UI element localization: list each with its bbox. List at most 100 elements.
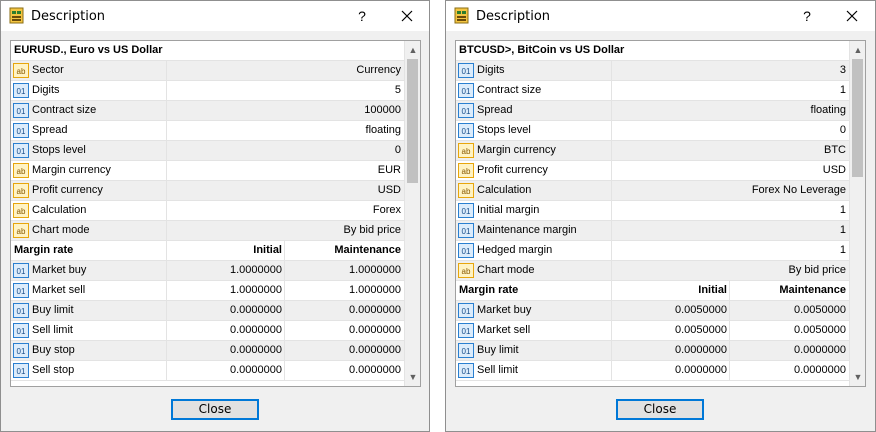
maintenance-rate-value: 0.0000000 — [349, 324, 401, 336]
column-divider — [611, 141, 612, 160]
property-row[interactable]: 01 Hedged margin 1 — [456, 241, 850, 261]
property-label: Hedged margin — [477, 244, 553, 256]
property-label: Initial margin — [477, 204, 540, 216]
rate-label: Sell stop — [32, 364, 75, 376]
column-divider — [166, 141, 167, 160]
svg-text:ab: ab — [17, 167, 26, 176]
margin-rate-row[interactable]: 01 Sell limit 0.0000000 0.0000000 — [456, 361, 850, 381]
numeric-property-icon: 01 — [458, 203, 474, 218]
scroll-down-arrow-icon[interactable]: ▼ — [850, 369, 865, 385]
text-property-icon: ab — [458, 263, 474, 278]
close-button[interactable]: Close — [171, 399, 259, 420]
help-button[interactable]: ? — [796, 6, 818, 26]
margin-rate-row[interactable]: 01 Sell stop 0.0000000 0.0000000 — [11, 361, 405, 381]
scroll-up-arrow-icon[interactable]: ▲ — [405, 42, 420, 58]
numeric-property-icon: 01 — [13, 123, 29, 138]
column-divider — [166, 121, 167, 140]
property-value: 0 — [839, 124, 846, 136]
rate-label: Market buy — [32, 264, 87, 276]
column-divider — [166, 241, 167, 260]
column-divider — [611, 121, 612, 140]
vertical-scrollbar[interactable]: ▲ ▼ — [404, 41, 420, 386]
rate-label: Buy limit — [477, 344, 519, 356]
property-value: 1 — [839, 244, 846, 256]
property-row[interactable]: 01 Maintenance margin 1 — [456, 221, 850, 241]
margin-rate-row[interactable]: 01 Buy limit 0.0000000 0.0000000 — [456, 341, 850, 361]
help-button[interactable]: ? — [351, 6, 373, 26]
property-row[interactable]: ab Chart mode By bid price — [11, 221, 405, 241]
maintenance-rate-value: 0.0000000 — [349, 344, 401, 356]
svg-text:01: 01 — [462, 347, 471, 356]
margin-rate-row[interactable]: 01 Market buy 0.0050000 0.0050000 — [456, 301, 850, 321]
margin-rate-row[interactable]: 01 Buy limit 0.0000000 0.0000000 — [11, 301, 405, 321]
property-row[interactable]: 01 Digits 3 — [456, 61, 850, 81]
property-value: 5 — [394, 84, 401, 96]
rate-label: Market buy — [477, 304, 532, 316]
close-icon[interactable] — [841, 6, 863, 26]
numeric-property-icon: 01 — [458, 123, 474, 138]
margin-rate-row[interactable]: 01 Sell limit 0.0000000 0.0000000 — [11, 321, 405, 341]
column-divider — [611, 361, 612, 380]
symbol-header-row: EURUSD., Euro vs US Dollar — [11, 41, 405, 61]
scroll-down-arrow-icon[interactable]: ▼ — [405, 369, 420, 385]
column-divider — [166, 61, 167, 80]
maintenance-rate-value: 0.0050000 — [794, 304, 846, 316]
property-value: By bid price — [343, 224, 401, 236]
property-label: Profit currency — [477, 164, 548, 176]
column-divider — [729, 361, 730, 380]
rate-label: Market sell — [32, 284, 86, 296]
margin-rate-row[interactable]: 01 Buy stop 0.0000000 0.0000000 — [11, 341, 405, 361]
property-row[interactable]: 01 Digits 5 — [11, 81, 405, 101]
property-row[interactable]: 01 Initial margin 1 — [456, 201, 850, 221]
scrollbar-thumb[interactable] — [852, 59, 863, 177]
initial-rate-value: 1.0000000 — [230, 264, 282, 276]
margin-rate-row[interactable]: 01 Market buy 1.0000000 1.0000000 — [11, 261, 405, 281]
text-property-icon: ab — [13, 203, 29, 218]
svg-text:01: 01 — [17, 367, 26, 376]
svg-text:ab: ab — [462, 167, 471, 176]
numeric-property-icon: 01 — [458, 63, 474, 78]
scroll-up-arrow-icon[interactable]: ▲ — [850, 42, 865, 58]
property-row[interactable]: 01 Spread floating — [11, 121, 405, 141]
property-row[interactable]: ab Margin currency BTC — [456, 141, 850, 161]
property-row[interactable]: 01 Spread floating — [456, 101, 850, 121]
numeric-property-icon: 01 — [458, 363, 474, 378]
margin-rate-row[interactable]: 01 Market sell 1.0000000 1.0000000 — [11, 281, 405, 301]
rate-label: Sell limit — [32, 324, 73, 336]
dialog-title: Description — [476, 9, 551, 24]
column-divider — [284, 281, 285, 300]
property-row[interactable]: 01 Stops level 0 — [456, 121, 850, 141]
column-divider — [166, 201, 167, 220]
property-row[interactable]: 01 Contract size 1 — [456, 81, 850, 101]
property-label: Maintenance margin — [477, 224, 577, 236]
text-property-icon: ab — [13, 183, 29, 198]
numeric-property-icon: 01 — [13, 363, 29, 378]
property-row[interactable]: 01 Contract size 100000 — [11, 101, 405, 121]
numeric-property-icon: 01 — [13, 103, 29, 118]
property-label: Stops level — [477, 124, 531, 136]
property-row[interactable]: ab Profit currency USD — [11, 181, 405, 201]
svg-text:ab: ab — [462, 267, 471, 276]
property-row[interactable]: ab Margin currency EUR — [11, 161, 405, 181]
property-label: Calculation — [477, 184, 532, 196]
close-button[interactable]: Close — [616, 399, 704, 420]
svg-text:ab: ab — [17, 67, 26, 76]
property-row[interactable]: ab Calculation Forex — [11, 201, 405, 221]
numeric-property-icon: 01 — [13, 283, 29, 298]
scrollbar-thumb[interactable] — [407, 59, 418, 183]
close-icon[interactable] — [396, 6, 418, 26]
numeric-property-icon: 01 — [13, 343, 29, 358]
column-divider — [166, 321, 167, 340]
property-row[interactable]: ab Calculation Forex No Leverage — [456, 181, 850, 201]
property-row[interactable]: ab Profit currency USD — [456, 161, 850, 181]
property-row[interactable]: 01 Stops level 0 — [11, 141, 405, 161]
svg-text:01: 01 — [462, 107, 471, 116]
margin-rate-row[interactable]: 01 Market sell 0.0050000 0.0050000 — [456, 321, 850, 341]
property-label: Digits — [477, 64, 505, 76]
maintenance-column-header: Maintenance — [334, 244, 401, 256]
property-row[interactable]: ab Chart mode By bid price — [456, 261, 850, 281]
property-row[interactable]: ab Sector Currency — [11, 61, 405, 81]
svg-text:01: 01 — [462, 227, 471, 236]
property-value: Forex — [372, 204, 401, 216]
vertical-scrollbar[interactable]: ▲ ▼ — [849, 41, 865, 386]
